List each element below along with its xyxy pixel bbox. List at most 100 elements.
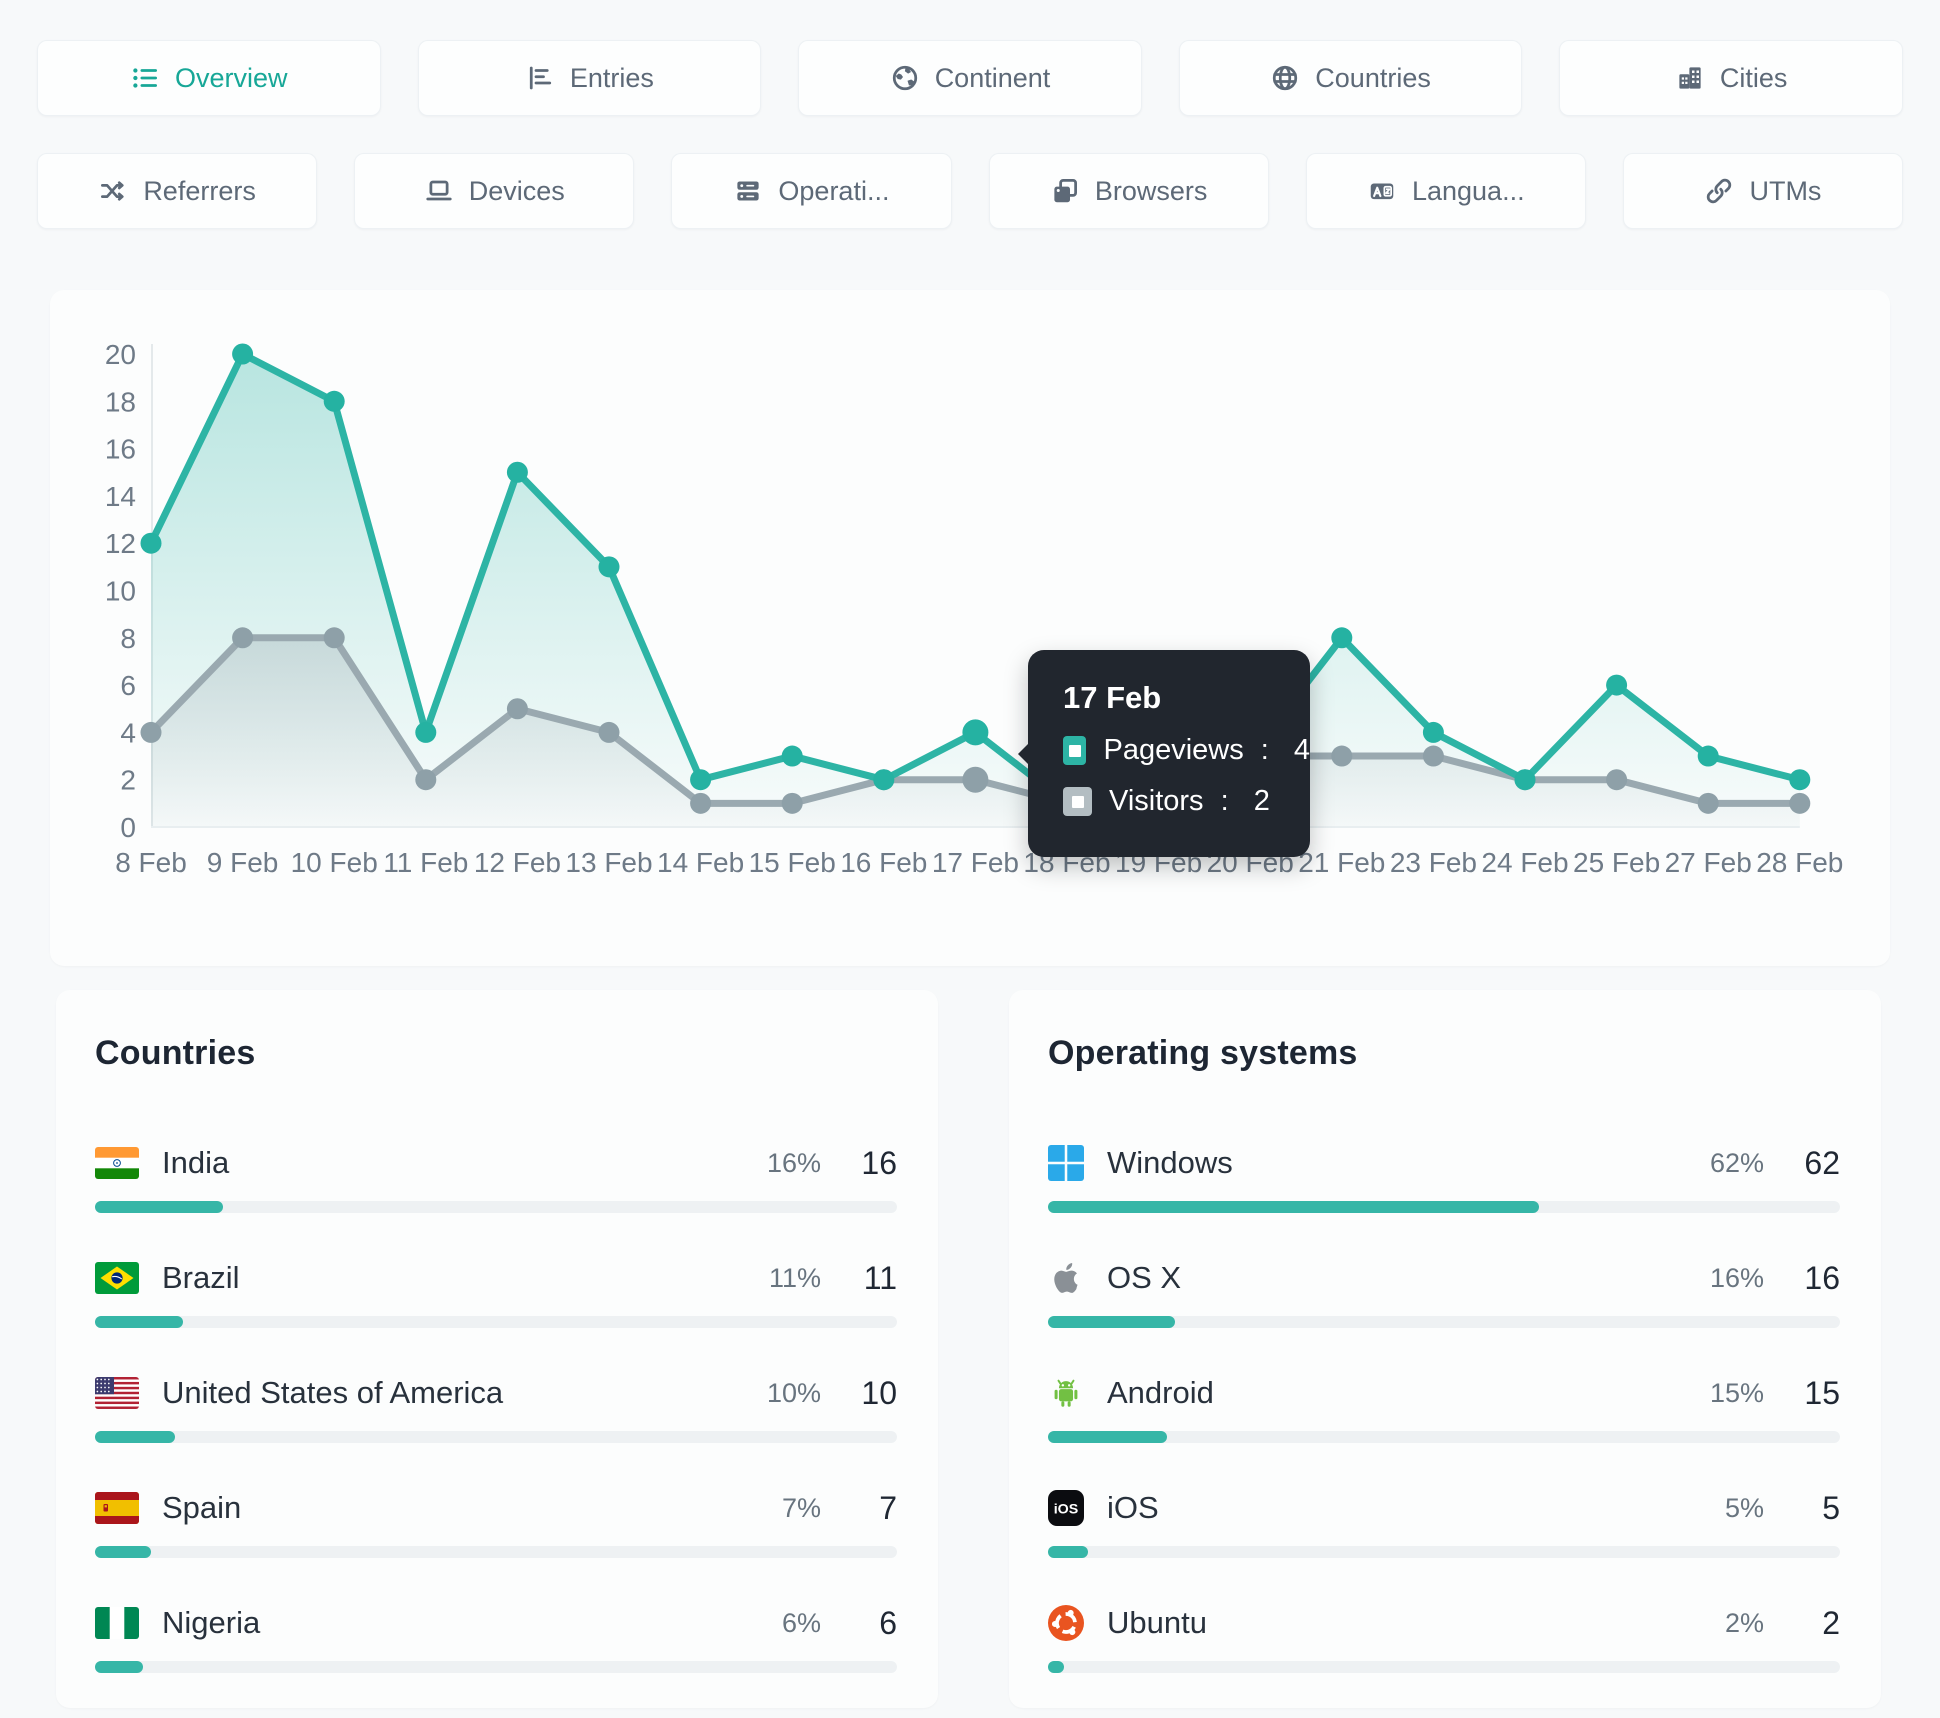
shuffle-icon: [98, 176, 128, 206]
breakdown-name: iOS: [1107, 1490, 1159, 1525]
pageviews-point[interactable]: [962, 719, 989, 746]
visitors-point[interactable]: [1331, 745, 1353, 767]
tab-entries[interactable]: Entries: [417, 40, 762, 116]
visitors-point[interactable]: [506, 698, 528, 720]
breakdown-name: Windows: [1107, 1145, 1233, 1180]
visitors-point[interactable]: [323, 627, 345, 649]
laptop-icon: [424, 176, 454, 206]
india-flag: [95, 1147, 139, 1179]
pageviews-point[interactable]: [323, 390, 345, 412]
ubuntu-icon: [1048, 1605, 1084, 1641]
y-tick-label: 18: [105, 386, 136, 417]
breakdown-name: India: [162, 1145, 230, 1180]
x-tick-label: 28 Feb: [1756, 847, 1843, 878]
apple-icon: [1048, 1260, 1084, 1296]
tab-continent[interactable]: Continent: [798, 40, 1142, 116]
visitors-point[interactable]: [1697, 792, 1719, 814]
tab-referrers[interactable]: Referrers: [37, 153, 318, 229]
tab-countries[interactable]: Countries: [1178, 40, 1523, 116]
breakdown-bar-track: [1048, 1661, 1840, 1673]
visitors-point[interactable]: [1789, 792, 1811, 814]
visitors-point[interactable]: [1422, 745, 1444, 767]
y-tick-label: 4: [120, 717, 136, 748]
tab-devices[interactable]: Devices: [354, 153, 635, 229]
breakdown-row-india[interactable]: India 16% 16: [95, 1143, 897, 1258]
pageviews-point[interactable]: [415, 721, 437, 743]
pageviews-point[interactable]: [506, 461, 528, 483]
tab-operati[interactable]: Operati...: [671, 153, 952, 229]
countries-panel-title: Countries: [95, 1034, 256, 1072]
pageviews-point[interactable]: [1422, 721, 1444, 743]
x-tick-label: 25 Feb: [1573, 847, 1660, 878]
breakdown-percent: 15%: [1709, 1377, 1764, 1408]
breakdown-count: 16: [861, 1144, 897, 1181]
breakdown-count: 5: [1822, 1489, 1840, 1526]
tab-cities[interactable]: Cities: [1559, 40, 1903, 116]
visitors-point[interactable]: [415, 769, 437, 791]
tab-label: Langua...: [1411, 175, 1525, 206]
pageviews-point[interactable]: [1789, 769, 1811, 791]
breakdown-bar-fill: [1048, 1316, 1175, 1328]
pageviews-point[interactable]: [690, 769, 712, 791]
breakdown-row-android[interactable]: Android 15% 15: [1048, 1373, 1840, 1488]
tab-utms[interactable]: UTMs: [1622, 153, 1904, 229]
breakdown-row-ios[interactable]: iOS iOS 5% 5: [1048, 1488, 1840, 1603]
breakdown-percent: 6%: [781, 1607, 821, 1638]
tab-label: Operati...: [778, 175, 890, 206]
pageviews-point[interactable]: [781, 745, 803, 767]
visitors-point[interactable]: [140, 721, 162, 743]
pageviews-point[interactable]: [1606, 674, 1628, 696]
breakdown-row-os-x[interactable]: OS X 16% 16: [1048, 1258, 1840, 1373]
pageviews-point[interactable]: [1514, 769, 1536, 791]
tab-langua[interactable]: Langua...: [1305, 153, 1586, 229]
breakdown-bar-track: [95, 1546, 897, 1558]
nigeria-flag: [95, 1607, 139, 1639]
visitors-point[interactable]: [232, 627, 254, 649]
breakdown-bar-fill: [1048, 1201, 1540, 1213]
visitors-point[interactable]: [1606, 769, 1628, 791]
visitors-point[interactable]: [690, 792, 712, 814]
pageviews-point[interactable]: [232, 343, 254, 365]
breakdown-row-united-states-of-america[interactable]: United States of America 10% 10: [95, 1373, 897, 1488]
breakdown-row-spain[interactable]: Spain 7% 7: [95, 1488, 897, 1603]
pageviews-point[interactable]: [1331, 627, 1353, 649]
breakdown-row-windows[interactable]: Windows 62% 62: [1048, 1143, 1840, 1258]
pageviews-point[interactable]: [598, 556, 620, 578]
tab-label: Devices: [468, 175, 565, 206]
browser-icon: [1050, 176, 1080, 206]
x-tick-label: 11 Feb: [383, 847, 468, 878]
breakdown-row-nigeria[interactable]: Nigeria 6% 6: [95, 1603, 897, 1708]
tab-label: Browsers: [1094, 175, 1208, 206]
x-tick-label: 10 Feb: [291, 847, 378, 878]
pageviews-point[interactable]: [873, 769, 895, 791]
visitors-point[interactable]: [598, 721, 620, 743]
x-tick-label: 24 Feb: [1481, 847, 1568, 878]
breakdown-row-brazil[interactable]: Brazil 11% 11: [95, 1258, 897, 1373]
y-tick-label: 16: [105, 434, 136, 465]
tab-browsers[interactable]: Browsers: [988, 153, 1269, 229]
tooltip-metric-value: 2: [1253, 785, 1270, 817]
y-tick-label: 2: [120, 765, 136, 796]
breakdown-percent: 10%: [766, 1377, 821, 1408]
breakdown-bar-track: [95, 1316, 897, 1328]
tab-overview[interactable]: Overview: [37, 40, 381, 116]
pageviews-point[interactable]: [140, 532, 162, 554]
breakdown-bar-fill: [1048, 1431, 1167, 1443]
breakdown-bar-fill: [95, 1661, 144, 1673]
breakdown-percent: 2%: [1724, 1607, 1764, 1638]
operating-systems-panel: Operating systems Windows 62% 62 OS X 16% 16 A…: [1009, 990, 1881, 1708]
tab-row-primary: Overview Entries Continent Countries Cities: [37, 40, 1903, 116]
pageviews-visitors-chart[interactable]: 024681012141618208 Feb 9 Feb 10 Feb 11 Feb 1…: [50, 290, 1890, 966]
x-tick-label: 9 Feb: [207, 847, 279, 878]
breakdown-bar-fill: [1048, 1546, 1088, 1558]
x-tick-label: 16 Feb: [840, 847, 927, 878]
pageviews-point[interactable]: [1697, 745, 1719, 767]
breakdown-count: 16: [1804, 1259, 1840, 1296]
os-panel-title: Operating systems: [1048, 1034, 1358, 1072]
breakdown-percent: 11%: [768, 1262, 821, 1293]
earth-icon: [890, 63, 920, 93]
breakdown-row-ubuntu[interactable]: Ubuntu 2% 2: [1048, 1603, 1840, 1708]
visitors-point[interactable]: [781, 792, 803, 814]
breakdown-bar-track: [1048, 1546, 1840, 1558]
visitors-point[interactable]: [962, 766, 989, 793]
